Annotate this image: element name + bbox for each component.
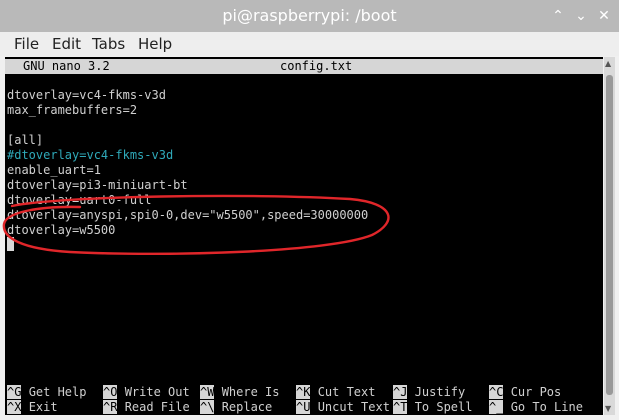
nano-filename: config.txt (280, 59, 353, 73)
menu-help[interactable]: Help (138, 35, 172, 53)
text-line: dtoverlay=anyspi,spi0-0,dev="w5500",spee… (7, 208, 369, 222)
shortcut-write-out[interactable]: ^O Write Out (103, 385, 190, 400)
shortcut-key: ^O (103, 385, 118, 399)
text-line: dtoverlay=vc4-fkms-v3d (7, 88, 166, 102)
minimize-icon[interactable]: ⌃ (550, 8, 566, 24)
maximize-icon[interactable]: ⌄ (573, 8, 589, 24)
nano-header: GNU nano 3.2 config.txt (5, 59, 603, 74)
shortcut-key: ^K (296, 385, 311, 399)
shortcut-exit[interactable]: ^X Exit (7, 400, 58, 415)
menu-tabs[interactable]: Tabs (92, 35, 125, 53)
scroll-down-icon[interactable]: ▼ (605, 404, 611, 413)
shortcut-key: ^X (7, 400, 22, 414)
shortcut-label: Uncut Text (317, 400, 390, 414)
menu-file[interactable]: File (14, 35, 39, 53)
terminal-area[interactable]: GNU nano 3.2 config.txt dtoverlay=vc4-fk… (5, 57, 603, 415)
text-line-comment: #dtoverlay=vc4-fkms-v3d (7, 148, 174, 162)
text-line: dtoverlay=uart0-full (7, 193, 152, 207)
shortcut-read-file[interactable]: ^R Read File (103, 400, 190, 415)
shortcut-key: ^J (393, 385, 408, 399)
shortcut-cur-pos[interactable]: ^C Cur Pos (489, 385, 561, 400)
shortcut-key: ^\ (200, 400, 215, 414)
title-bar[interactable]: pi@raspberrypi: /boot ⌃ ⌄ ✕ (0, 0, 619, 32)
shortcut-where-is[interactable]: ^W Where Is (200, 385, 279, 400)
shortcut-label: Write Out (124, 385, 190, 399)
shortcut-uncut-text[interactable]: ^U Uncut Text (296, 400, 390, 415)
terminal-window: pi@raspberrypi: /boot ⌃ ⌄ ✕ File Edit Ta… (0, 0, 619, 420)
shortcut-cut-text[interactable]: ^K Cut Text (296, 385, 375, 400)
nano-version: GNU nano 3.2 (23, 59, 110, 73)
shortcut-label: Cur Pos (510, 385, 562, 399)
shortcut-key: ^R (103, 400, 118, 414)
terminal-scrollbar[interactable]: ▲ ▼ (604, 57, 615, 415)
shortcut-go-to-line[interactable]: ^_ Go To Line (489, 400, 583, 415)
shortcut-label: Where Is (221, 385, 280, 399)
shortcut-label: Get Help (28, 385, 87, 399)
menu-bar: File Edit Tabs Help (0, 32, 619, 56)
shortcut-label: Read File (124, 400, 190, 414)
shortcut-replace[interactable]: ^\ Replace (200, 400, 272, 415)
shortcut-label: Justify (414, 385, 466, 399)
text-line: enable_uart=1 (7, 163, 101, 177)
shortcut-label: Go To Line (510, 400, 583, 414)
text-cursor (7, 237, 14, 251)
window-title: pi@raspberrypi: /boot (222, 6, 397, 25)
shortcut-key: ^W (200, 385, 215, 399)
shortcut-label: Replace (221, 400, 273, 414)
text-line: dtoverlay=pi3-miniuart-bt (7, 178, 188, 192)
text-line: [all] (7, 133, 44, 147)
shortcut-label: To Spell (414, 400, 473, 414)
scroll-up-icon[interactable]: ▲ (605, 59, 611, 68)
menu-edit[interactable]: Edit (52, 35, 81, 53)
shortcut-key: ^_ (489, 400, 504, 414)
shortcut-get-help[interactable]: ^G Get Help (7, 385, 86, 400)
shortcut-label: Exit (28, 400, 58, 414)
scrollbar-thumb[interactable] (606, 75, 613, 395)
shortcut-label: Cut Text (317, 385, 376, 399)
shortcut-key: ^T (393, 400, 408, 414)
shortcut-justify[interactable]: ^J Justify (393, 385, 465, 400)
shortcut-key: ^U (296, 400, 311, 414)
shortcut-key: ^G (7, 385, 22, 399)
shortcut-to-spell[interactable]: ^T To Spell (393, 400, 472, 415)
shortcut-key: ^C (489, 385, 504, 399)
close-icon[interactable]: ✕ (596, 8, 612, 24)
text-line: dtoverlay=w5500 (7, 223, 116, 237)
text-line: max_framebuffers=2 (7, 103, 138, 117)
